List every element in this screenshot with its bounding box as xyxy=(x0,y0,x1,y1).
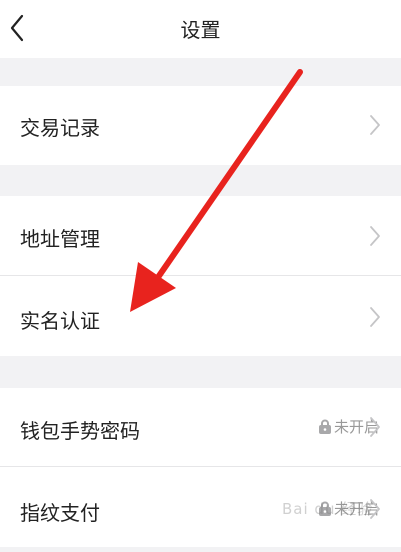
menu-item-label: 实名认证 xyxy=(20,309,100,333)
chevron-right-icon xyxy=(370,307,380,327)
menu-item-label: 地址管理 xyxy=(20,227,100,251)
menu-item-wallet-gesture-password[interactable]: 钱包手势密码 未开启 xyxy=(0,388,401,466)
menu-item-label: 钱包手势密码 xyxy=(20,419,140,443)
header: 设置 xyxy=(0,0,401,58)
page-title: 设置 xyxy=(180,18,221,42)
menu-item-real-name-verification[interactable]: 实名认证 xyxy=(0,276,401,356)
menu-item-label: 交易记录 xyxy=(20,116,100,140)
menu-item-transaction-history[interactable]: 交易记录 xyxy=(0,86,401,165)
menu-item-label: 指纹支付 xyxy=(20,501,100,525)
chevron-right-icon xyxy=(370,115,380,135)
lock-icon xyxy=(318,419,331,434)
chevron-right-icon xyxy=(370,417,380,437)
menu-item-address-management[interactable]: 地址管理 xyxy=(0,196,401,275)
chevron-right-icon xyxy=(370,226,380,246)
watermark: Bai du 经验 xyxy=(282,500,374,518)
